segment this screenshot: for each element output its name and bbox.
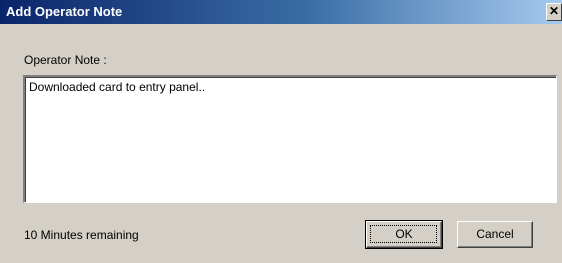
title-bar[interactable]: Add Operator Note ✕: [0, 0, 562, 24]
add-operator-note-dialog: Add Operator Note ✕ Operator Note : Down…: [0, 0, 562, 263]
time-remaining-text: 10 Minutes remaining: [24, 228, 139, 242]
cancel-button[interactable]: Cancel: [457, 221, 533, 248]
focus-rectangle: [370, 225, 437, 243]
operator-note-label: Operator Note :: [24, 53, 107, 67]
window-title: Add Operator Note: [6, 4, 123, 19]
operator-note-textarea[interactable]: Downloaded card to entry panel..: [23, 75, 557, 203]
close-button[interactable]: ✕: [546, 3, 562, 21]
cancel-button-label: Cancel: [476, 227, 514, 241]
ok-button[interactable]: OK: [365, 220, 443, 249]
close-icon: ✕: [548, 4, 560, 18]
